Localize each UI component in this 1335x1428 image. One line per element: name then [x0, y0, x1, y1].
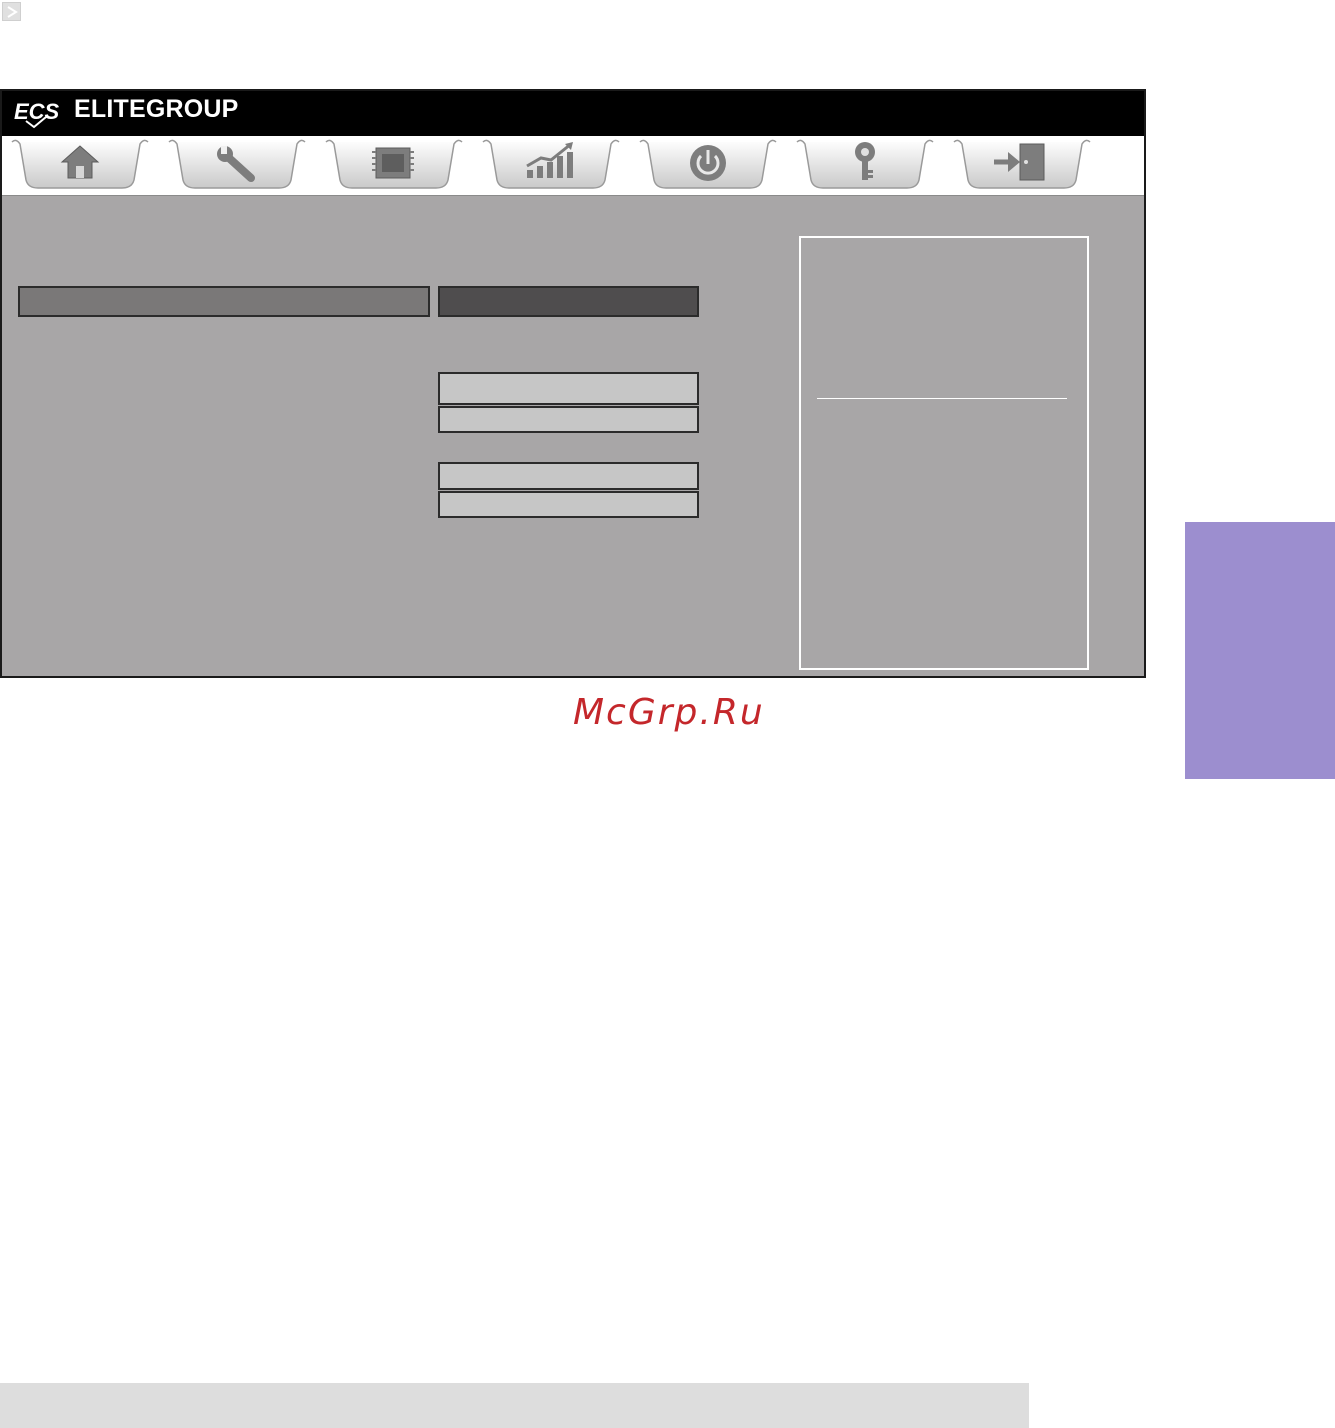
- option-box-3[interactable]: [438, 462, 699, 490]
- tab-security[interactable]: [793, 136, 937, 192]
- tab-boot[interactable]: [636, 136, 780, 192]
- power-icon: [690, 145, 726, 181]
- tab-chipset[interactable]: [322, 136, 466, 192]
- logo-text: ECS: [14, 99, 60, 124]
- title-bar: ECS ELITEGROUP: [2, 91, 1144, 136]
- corner-arrow-icon: [2, 2, 21, 21]
- tab-bar: [2, 136, 1144, 196]
- brand-name: ELITEGROUP: [74, 95, 239, 123]
- ecs-logo: ECS: [12, 97, 68, 133]
- option-box-2[interactable]: [438, 406, 699, 433]
- help-divider: [817, 398, 1067, 399]
- bios-window: ECS ELITEGROUP: [0, 89, 1146, 678]
- tab-main[interactable]: [8, 136, 152, 192]
- side-chapter-tab: [1185, 522, 1335, 779]
- tab-advanced[interactable]: [165, 136, 309, 192]
- help-panel: [799, 236, 1089, 670]
- selected-item-bar[interactable]: [18, 286, 430, 317]
- option-box-4[interactable]: [438, 491, 699, 518]
- option-box-1[interactable]: [438, 372, 699, 405]
- chip-icon: [372, 147, 414, 179]
- tab-mi[interactable]: [479, 136, 623, 192]
- footer-bar: [0, 1383, 1029, 1428]
- watermark-text: McGrp.Ru: [573, 692, 765, 733]
- selected-value-field[interactable]: [438, 286, 699, 317]
- tab-exit[interactable]: [950, 136, 1094, 192]
